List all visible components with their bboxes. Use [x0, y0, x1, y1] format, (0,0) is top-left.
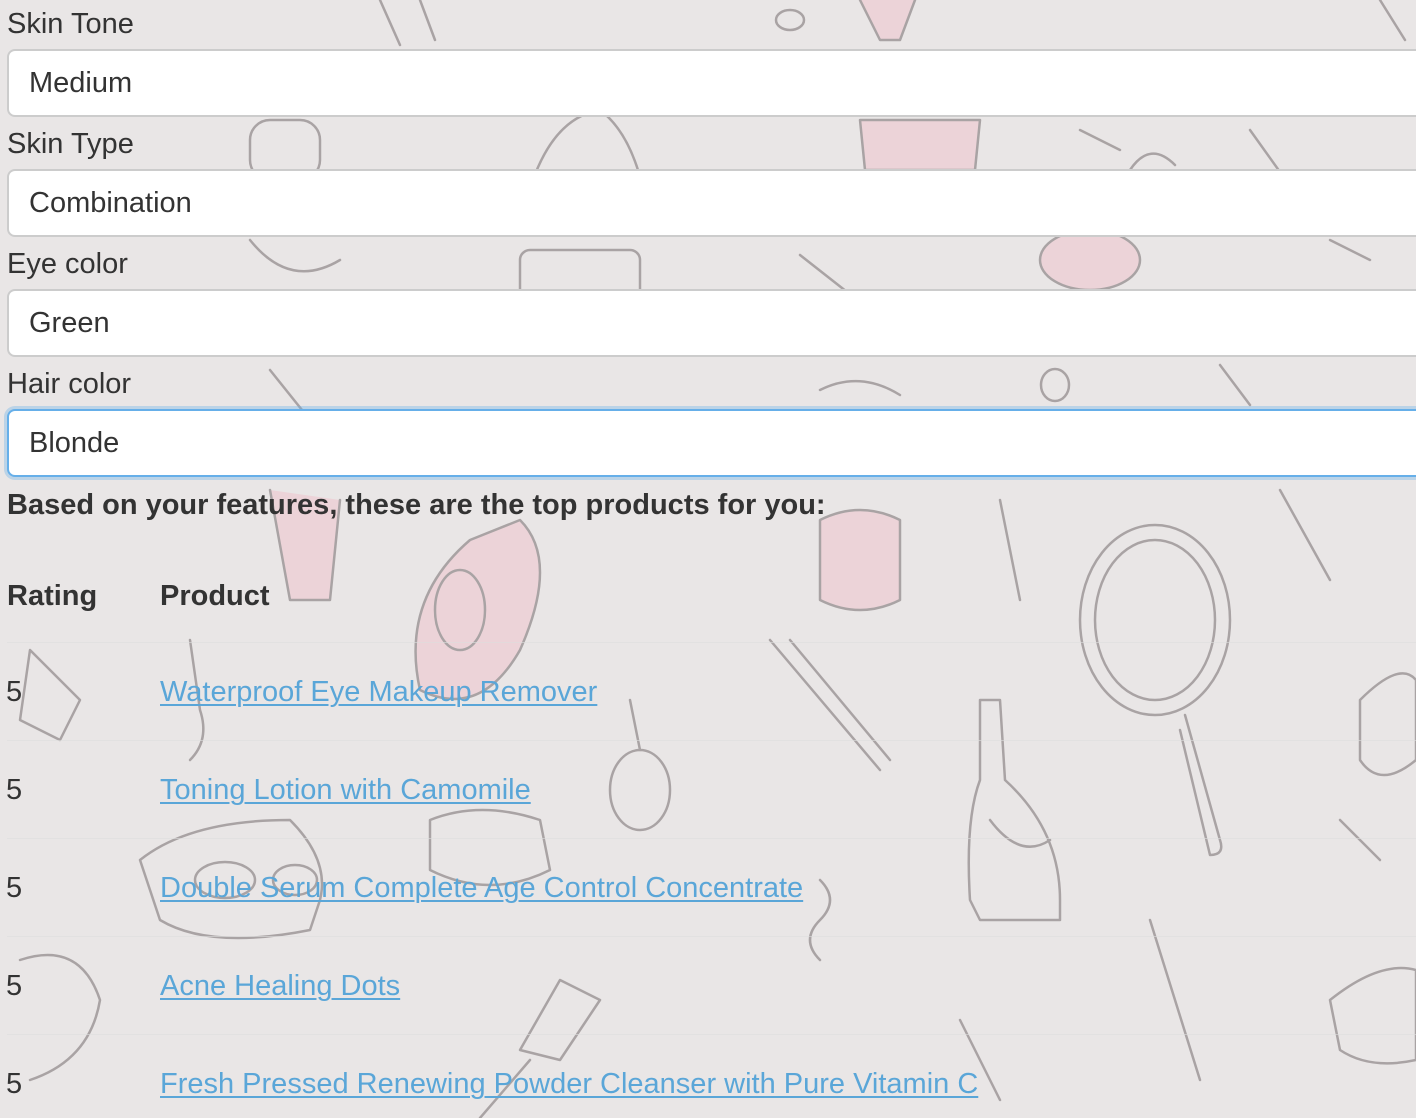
rating-column-header: Rating — [7, 580, 98, 612]
table-row-divider — [7, 838, 1416, 839]
product-rating: 5 — [6, 676, 23, 708]
product-rating: 5 — [6, 774, 23, 806]
hair-color-select[interactable]: Blonde — [7, 409, 1416, 477]
product-rating: 5 — [6, 970, 23, 1002]
beauty-recommendation-page: Skin Tone Medium Skin Type Combination E… — [0, 0, 1416, 1118]
table-row-divider — [7, 740, 1416, 741]
product-link[interactable]: Fresh Pressed Renewing Powder Cleanser w… — [160, 1066, 978, 1102]
product-column-header: Product — [160, 580, 270, 612]
skin-type-select[interactable]: Combination — [7, 169, 1416, 237]
table-row-divider — [7, 936, 1416, 937]
product-link[interactable]: Acne Healing Dots — [160, 968, 400, 1004]
eye-color-select[interactable]: Green — [7, 289, 1416, 357]
skin-tone-select[interactable]: Medium — [7, 49, 1416, 117]
product-rating: 5 — [6, 872, 23, 904]
table-row-divider — [7, 642, 1416, 643]
skin-tone-label: Skin Tone — [7, 8, 134, 40]
table-row-divider — [7, 1034, 1416, 1035]
hair-color-label: Hair color — [7, 368, 132, 400]
eye-color-label: Eye color — [7, 248, 128, 280]
product-link[interactable]: Double Serum Complete Age Control Concen… — [160, 870, 803, 906]
product-rating: 5 — [6, 1068, 23, 1100]
product-link[interactable]: Waterproof Eye Makeup Remover — [160, 674, 597, 710]
product-link[interactable]: Toning Lotion with Camomile — [160, 772, 531, 808]
skin-type-label: Skin Type — [7, 128, 134, 160]
results-intro-text: Based on your features, these are the to… — [7, 489, 826, 521]
